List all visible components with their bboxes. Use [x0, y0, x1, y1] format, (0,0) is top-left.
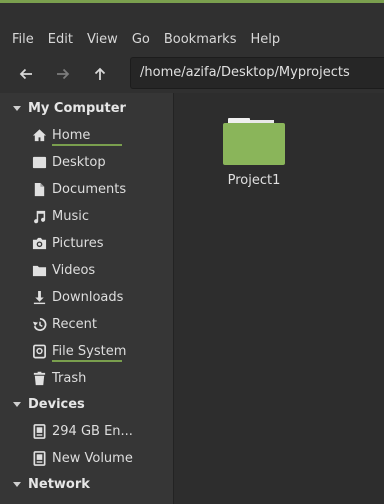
sidebar-item-documents[interactable]: Documents [0, 176, 173, 202]
forward-button[interactable] [50, 61, 76, 87]
menu-edit[interactable]: Edit [48, 32, 73, 47]
folder-icon [223, 118, 285, 165]
section-devices[interactable]: Devices [0, 393, 85, 415]
sidebar-item-trash[interactable]: Trash [0, 365, 173, 391]
sidebar-item-label: New Volume [52, 450, 133, 466]
arrow-left-icon [19, 68, 32, 80]
sidebar-item-label: Videos [52, 262, 96, 278]
section-my-computer[interactable]: My Computer [0, 97, 126, 119]
menu-view[interactable]: View [87, 32, 118, 47]
file-name: Project1 [227, 173, 281, 188]
caret-down-icon [13, 106, 21, 111]
back-button[interactable] [13, 61, 39, 87]
section-title: My Computer [28, 100, 126, 116]
caret-down-icon [13, 482, 21, 487]
disk-icon [31, 450, 47, 466]
arrow-up-icon [94, 67, 106, 80]
sidebar-item-label: File System [52, 343, 127, 359]
menu-file[interactable]: File [12, 32, 34, 47]
location-bar[interactable]: /home/azifa/Desktop/Myprojects [130, 57, 384, 89]
home-icon [31, 127, 47, 143]
usage-bar-home [52, 144, 122, 146]
sidebar-item-pictures[interactable]: Pictures [0, 230, 173, 256]
sidebar-item-device-1[interactable]: 294 GB En... [0, 418, 173, 444]
up-button[interactable] [87, 61, 113, 87]
menu-go[interactable]: Go [132, 32, 150, 47]
sidebar-item-recent[interactable]: Recent [0, 311, 173, 337]
sidebar: My Computer Home Desktop Documents Music… [0, 93, 173, 504]
sidebar-item-desktop[interactable]: Desktop [0, 149, 173, 175]
menu-bar: File Edit View Go Bookmarks Help [0, 3, 384, 53]
sidebar-item-label: Recent [52, 316, 97, 332]
file-item-project1[interactable]: Project1 [214, 115, 294, 188]
toolbar: /home/azifa/Desktop/Myprojects [0, 53, 384, 93]
menu-bookmarks[interactable]: Bookmarks [164, 32, 237, 47]
trash-icon [31, 370, 47, 386]
document-icon [31, 181, 47, 197]
sidebar-item-label: Documents [52, 181, 127, 197]
camera-icon [31, 235, 47, 251]
recent-icon [31, 316, 47, 332]
menu-help[interactable]: Help [250, 32, 280, 47]
sidebar-item-downloads[interactable]: Downloads [0, 284, 173, 310]
sidebar-item-videos[interactable]: Videos [0, 257, 173, 283]
caret-down-icon [13, 402, 21, 407]
folder-icon [31, 262, 47, 278]
music-icon [31, 208, 47, 224]
section-network[interactable]: Network [0, 473, 90, 495]
sidebar-item-label: Home [52, 127, 91, 143]
sidebar-item-label: Pictures [52, 235, 104, 251]
arrow-right-icon [57, 68, 70, 80]
sidebar-item-label: Trash [52, 370, 87, 386]
file-view: Project1 [174, 93, 384, 504]
sidebar-item-label: Downloads [52, 289, 124, 305]
desktop-icon [31, 154, 47, 170]
sidebar-item-label: 294 GB En... [52, 423, 133, 439]
sidebar-item-device-2[interactable]: New Volume [0, 445, 173, 471]
download-icon [31, 289, 47, 305]
disk-icon [31, 423, 47, 439]
usage-bar-file-system [52, 360, 122, 362]
section-title: Devices [28, 396, 85, 412]
section-title: Network [28, 476, 90, 492]
sidebar-item-music[interactable]: Music [0, 203, 173, 229]
sidebar-item-label: Music [52, 208, 89, 224]
drive-icon [31, 343, 47, 359]
sidebar-item-label: Desktop [52, 154, 106, 170]
